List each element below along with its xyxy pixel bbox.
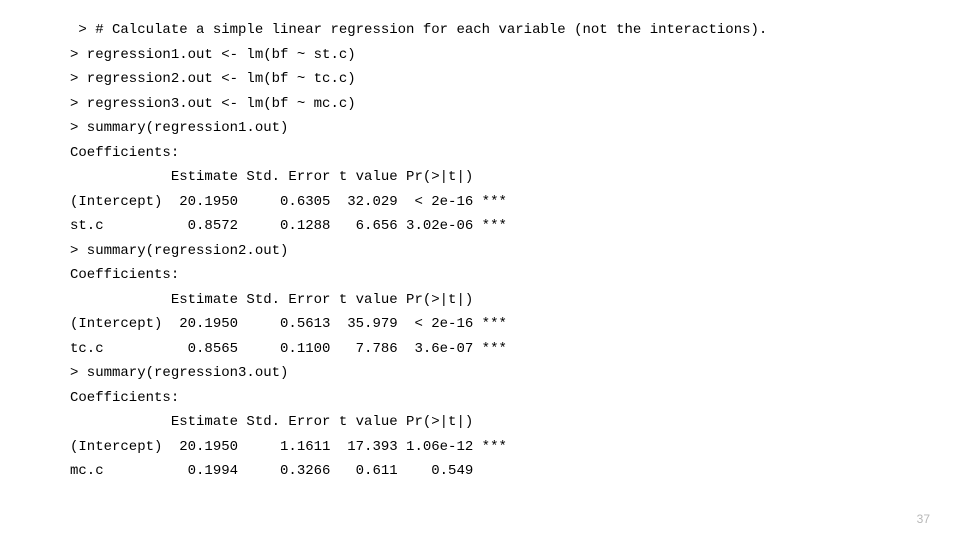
table-row: (Intercept) 20.1950 1.1611 17.393 1.06e-…	[70, 435, 920, 460]
code-line: > regression2.out <- lm(bf ~ tc.c)	[70, 67, 920, 92]
page-number: 37	[917, 509, 930, 530]
table-row: (Intercept) 20.1950 0.5613 35.979 < 2e-1…	[70, 312, 920, 337]
table-row: mc.c 0.1994 0.3266 0.611 0.549	[70, 459, 920, 484]
code-line: > summary(regression2.out)	[70, 239, 920, 264]
table-row: tc.c 0.8565 0.1100 7.786 3.6e-07 ***	[70, 337, 920, 362]
code-line: > regression1.out <- lm(bf ~ st.c)	[70, 43, 920, 68]
code-line: > regression3.out <- lm(bf ~ mc.c)	[70, 92, 920, 117]
table-header: Estimate Std. Error t value Pr(>|t|)	[70, 165, 920, 190]
slide-page: > # Calculate a simple linear regression…	[0, 0, 960, 540]
code-line: > summary(regression3.out)	[70, 361, 920, 386]
output-line: Coefficients:	[70, 141, 920, 166]
table-header: Estimate Std. Error t value Pr(>|t|)	[70, 410, 920, 435]
table-row: st.c 0.8572 0.1288 6.656 3.02e-06 ***	[70, 214, 920, 239]
output-line: Coefficients:	[70, 386, 920, 411]
table-row: (Intercept) 20.1950 0.6305 32.029 < 2e-1…	[70, 190, 920, 215]
code-line: > # Calculate a simple linear regression…	[70, 18, 920, 43]
output-line: Coefficients:	[70, 263, 920, 288]
code-line: > summary(regression1.out)	[70, 116, 920, 141]
table-header: Estimate Std. Error t value Pr(>|t|)	[70, 288, 920, 313]
